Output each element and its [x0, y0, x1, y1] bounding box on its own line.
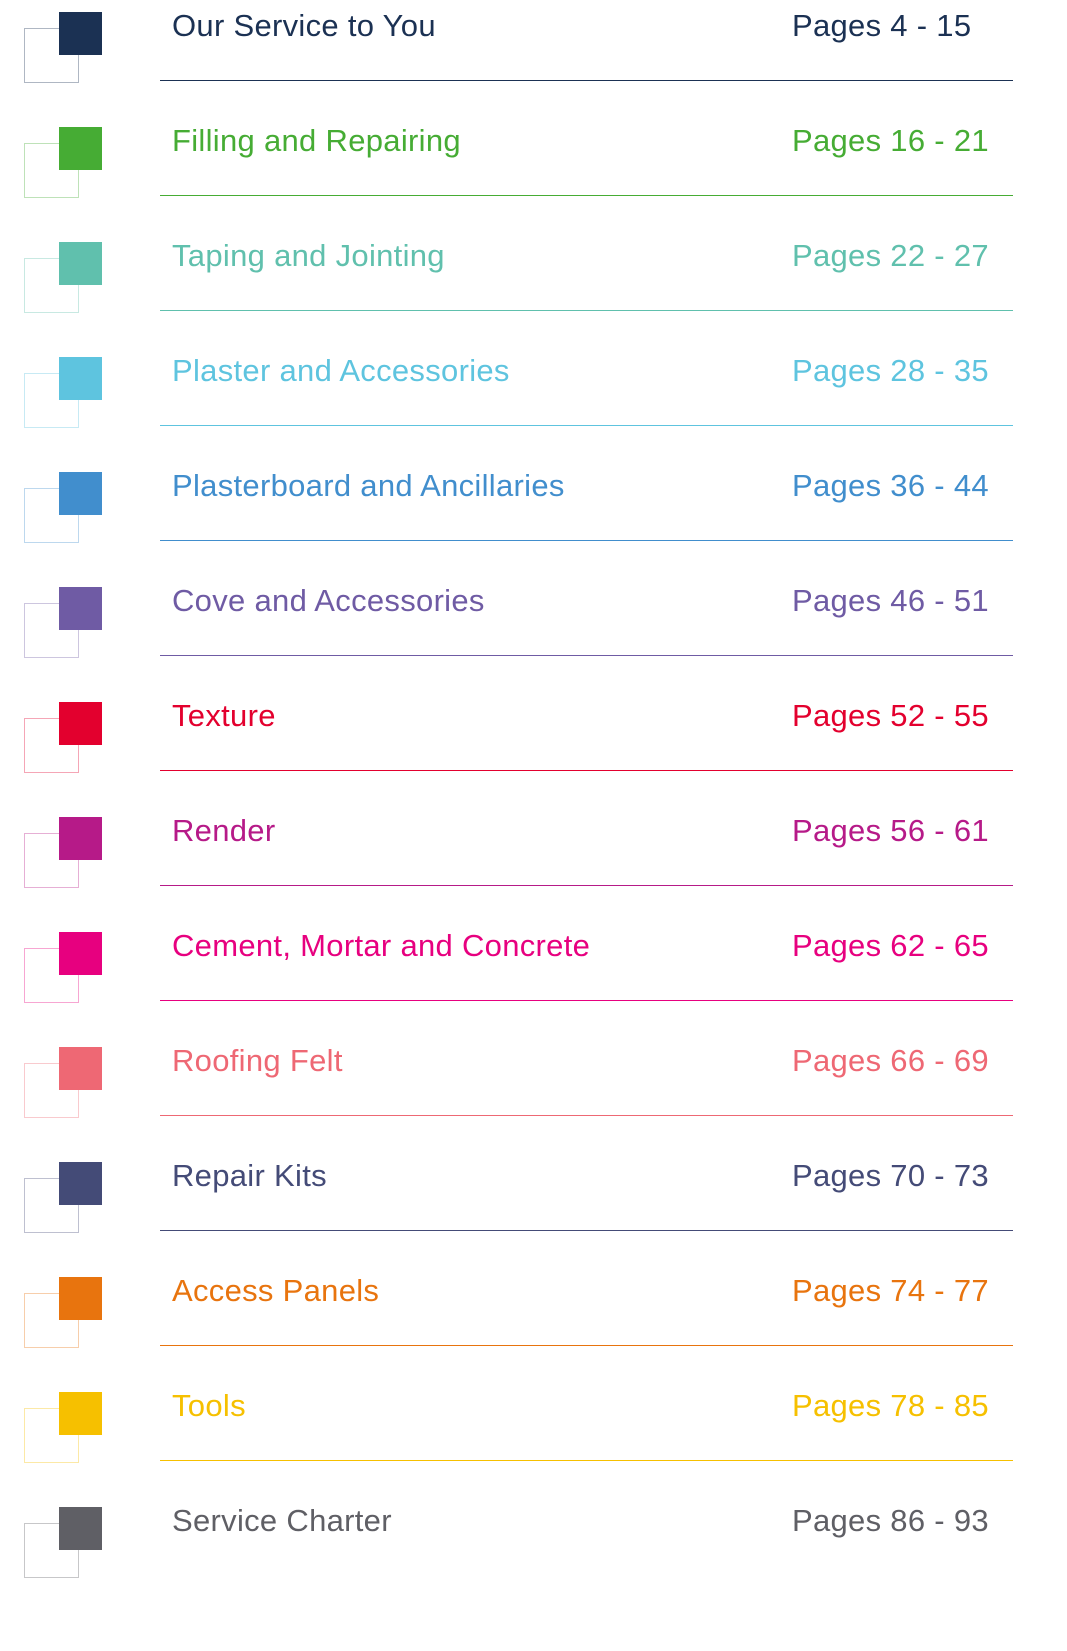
- toc-entry-title: Service Charter: [172, 1503, 392, 1538]
- toc-entry-5[interactable]: Plasterboard and Ancillaries Pages 36 - …: [0, 460, 1067, 575]
- toc-entry-title: Cove and Accessories: [172, 583, 485, 618]
- toc-entry-title: Filling and Repairing: [172, 123, 461, 158]
- toc-entry-title: Render: [172, 813, 276, 848]
- toc-entry-11[interactable]: Repair Kits Pages 70 - 73: [0, 1150, 1067, 1265]
- toc-entry-pages: Pages 28 - 35: [792, 353, 989, 388]
- section-marker-icon: [24, 1392, 104, 1464]
- toc-entry-1[interactable]: Our Service to You Pages 4 - 15: [0, 0, 1067, 115]
- toc-entry-title: Cement, Mortar and Concrete: [172, 928, 591, 963]
- toc-divider: [160, 1230, 1013, 1231]
- toc-entry-pages: Pages 62 - 65: [792, 928, 989, 963]
- toc-entry-pages: Pages 70 - 73: [792, 1158, 989, 1193]
- toc-entry-pages: Pages 52 - 55: [792, 698, 989, 733]
- toc-entry-pages: Pages 4 - 15: [792, 8, 972, 43]
- toc-entry-title: Plasterboard and Ancillaries: [172, 468, 565, 503]
- marker-filled-square: [59, 702, 102, 745]
- toc-divider: [160, 195, 1013, 196]
- toc-divider: [160, 80, 1013, 81]
- toc-divider: [160, 655, 1013, 656]
- section-marker-icon: [24, 702, 104, 774]
- toc-divider: [160, 1115, 1013, 1116]
- toc-entry-pages: Pages 56 - 61: [792, 813, 989, 848]
- toc-entry-9[interactable]: Cement, Mortar and Concrete Pages 62 - 6…: [0, 920, 1067, 1035]
- marker-filled-square: [59, 1277, 102, 1320]
- marker-filled-square: [59, 1162, 102, 1205]
- toc-entry-pages: Pages 16 - 21: [792, 123, 989, 158]
- table-of-contents: Our Service to You Pages 4 - 15 Filling …: [0, 0, 1067, 1651]
- section-marker-icon: [24, 472, 104, 544]
- toc-entry-title: Roofing Felt: [172, 1043, 343, 1078]
- toc-entry-4[interactable]: Plaster and Accessories Pages 28 - 35: [0, 345, 1067, 460]
- toc-entry-title: Tools: [172, 1388, 246, 1423]
- section-marker-icon: [24, 1507, 104, 1579]
- toc-entry-7[interactable]: Texture Pages 52 - 55: [0, 690, 1067, 805]
- toc-entry-title: Our Service to You: [172, 8, 436, 43]
- marker-filled-square: [59, 12, 102, 55]
- toc-divider: [160, 1000, 1013, 1001]
- section-marker-icon: [24, 1047, 104, 1119]
- section-marker-icon: [24, 817, 104, 889]
- toc-entry-title: Plaster and Accessories: [172, 353, 510, 388]
- marker-filled-square: [59, 817, 102, 860]
- toc-divider: [160, 1460, 1013, 1461]
- toc-entry-12[interactable]: Access Panels Pages 74 - 77: [0, 1265, 1067, 1380]
- toc-divider: [160, 885, 1013, 886]
- toc-entry-pages: Pages 78 - 85: [792, 1388, 989, 1423]
- toc-divider: [160, 540, 1013, 541]
- toc-entry-pages: Pages 46 - 51: [792, 583, 989, 618]
- marker-filled-square: [59, 587, 102, 630]
- toc-divider: [160, 770, 1013, 771]
- toc-divider: [160, 1345, 1013, 1346]
- toc-entry-pages: Pages 22 - 27: [792, 238, 989, 273]
- toc-entry-pages: Pages 36 - 44: [792, 468, 989, 503]
- marker-filled-square: [59, 472, 102, 515]
- section-marker-icon: [24, 1162, 104, 1234]
- section-marker-icon: [24, 587, 104, 659]
- toc-divider: [160, 310, 1013, 311]
- section-marker-icon: [24, 932, 104, 1004]
- toc-entry-pages: Pages 66 - 69: [792, 1043, 989, 1078]
- toc-entry-3[interactable]: Taping and Jointing Pages 22 - 27: [0, 230, 1067, 345]
- toc-entry-10[interactable]: Roofing Felt Pages 66 - 69: [0, 1035, 1067, 1150]
- marker-filled-square: [59, 1047, 102, 1090]
- marker-filled-square: [59, 242, 102, 285]
- toc-entry-8[interactable]: Render Pages 56 - 61: [0, 805, 1067, 920]
- toc-entry-title: Texture: [172, 698, 276, 733]
- marker-filled-square: [59, 1392, 102, 1435]
- toc-entry-6[interactable]: Cove and Accessories Pages 46 - 51: [0, 575, 1067, 690]
- toc-entry-title: Repair Kits: [172, 1158, 327, 1193]
- toc-entry-title: Access Panels: [172, 1273, 380, 1308]
- section-marker-icon: [24, 242, 104, 314]
- marker-filled-square: [59, 932, 102, 975]
- marker-filled-square: [59, 127, 102, 170]
- section-marker-icon: [24, 1277, 104, 1349]
- section-marker-icon: [24, 12, 104, 84]
- section-marker-icon: [24, 127, 104, 199]
- toc-entry-14[interactable]: Service Charter Pages 86 - 93: [0, 1495, 1067, 1610]
- toc-entry-pages: Pages 74 - 77: [792, 1273, 989, 1308]
- marker-filled-square: [59, 357, 102, 400]
- marker-filled-square: [59, 1507, 102, 1550]
- toc-entry-13[interactable]: Tools Pages 78 - 85: [0, 1380, 1067, 1495]
- section-marker-icon: [24, 357, 104, 429]
- toc-entry-pages: Pages 86 - 93: [792, 1503, 989, 1538]
- toc-divider: [160, 425, 1013, 426]
- toc-entry-2[interactable]: Filling and Repairing Pages 16 - 21: [0, 115, 1067, 230]
- toc-entry-title: Taping and Jointing: [172, 238, 445, 273]
